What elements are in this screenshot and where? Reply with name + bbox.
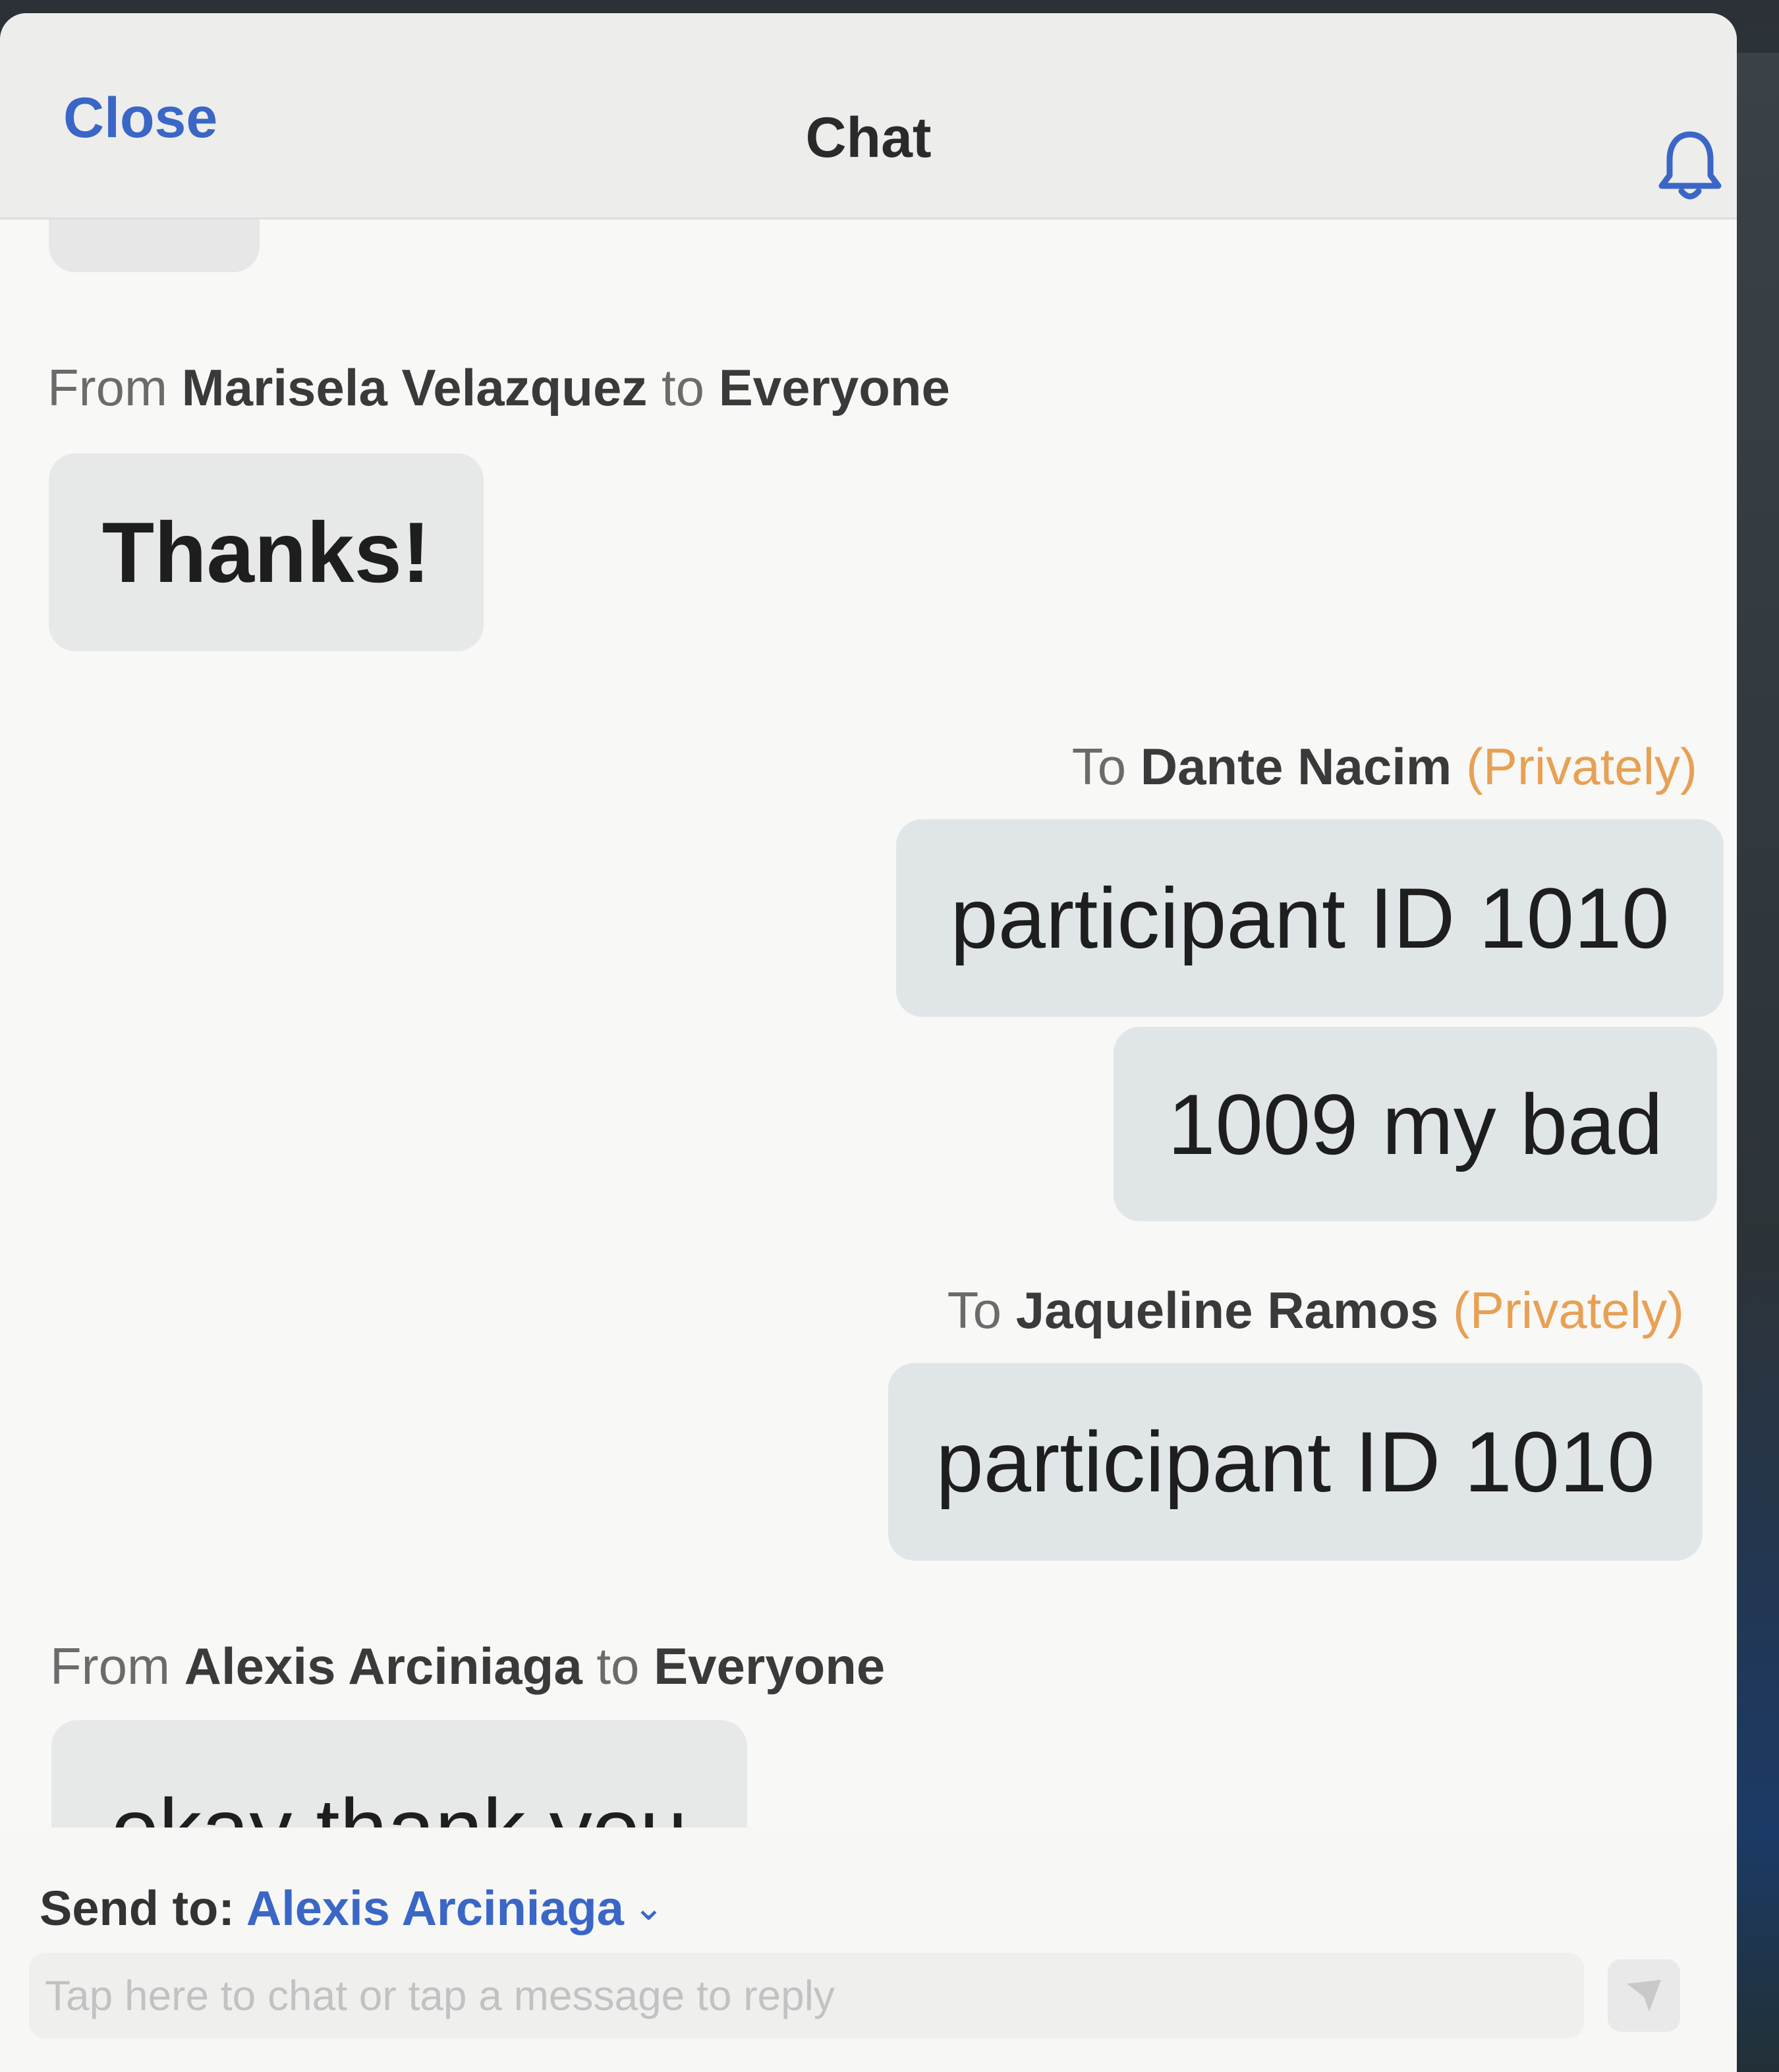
message-meta: To Dante Nacim (Privately)	[1072, 737, 1697, 797]
message-bubble[interactable]: 1009 my bad	[1114, 1027, 1717, 1221]
sender-name: Marisela Velazquez	[181, 359, 648, 417]
recipient-name: Jaqueline Ramos	[1015, 1281, 1439, 1339]
composer: Send to: Alexis Arciniaga ⌄	[0, 1827, 1737, 2072]
chat-input[interactable]	[29, 1953, 1584, 2038]
send-to-target[interactable]: Alexis Arciniaga	[246, 1881, 624, 1936]
send-button[interactable]	[1608, 1959, 1680, 2032]
privately-label: (Privately)	[1465, 737, 1697, 795]
recipient-name: Dante Nacim	[1140, 737, 1452, 795]
message-bubble[interactable]: participant ID 1010	[896, 819, 1724, 1017]
privately-label: (Privately)	[1452, 1281, 1684, 1339]
chevron-down-icon[interactable]: ⌄	[633, 1886, 664, 1928]
sender-name: Alexis Arciniaga	[184, 1637, 582, 1695]
meta-prefix: To	[947, 1281, 1016, 1339]
message-meta: From Alexis Arciniaga to Everyone	[50, 1636, 885, 1696]
meta-prefix: To	[1071, 737, 1141, 795]
meta-mid: to	[647, 359, 719, 417]
message-meta: From Marisela Velazquez to Everyone	[47, 358, 950, 418]
meta-prefix: From	[47, 359, 182, 417]
bell-icon[interactable]	[1654, 125, 1726, 204]
chat-header: Close Chat	[0, 13, 1737, 219]
recipient-name: Everyone	[654, 1637, 886, 1695]
message-bubble[interactable]: okay thank you	[51, 1720, 747, 1827]
send-to-selector[interactable]: Send to: Alexis Arciniaga ⌄	[40, 1880, 664, 1936]
send-icon	[1627, 1980, 1661, 2011]
recipient-name: Everyone	[718, 359, 950, 417]
page-title: Chat	[805, 106, 932, 169]
message-bubble[interactable]: Thanks!	[49, 453, 484, 651]
chat-panel: Close Chat From Marisela Velazquez to Ev…	[0, 13, 1737, 2072]
send-to-label: Send to:	[40, 1881, 246, 1936]
device-right-edge	[1733, 53, 1779, 2072]
previous-message-bubble[interactable]	[49, 219, 260, 272]
meta-mid: to	[582, 1637, 654, 1695]
meta-prefix: From	[50, 1637, 184, 1695]
message-meta: To Jaqueline Ramos (Privately)	[947, 1281, 1684, 1340]
message-list[interactable]: From Marisela Velazquez to Everyone Than…	[0, 219, 1737, 1827]
message-bubble[interactable]: participant ID 1010	[888, 1363, 1703, 1561]
